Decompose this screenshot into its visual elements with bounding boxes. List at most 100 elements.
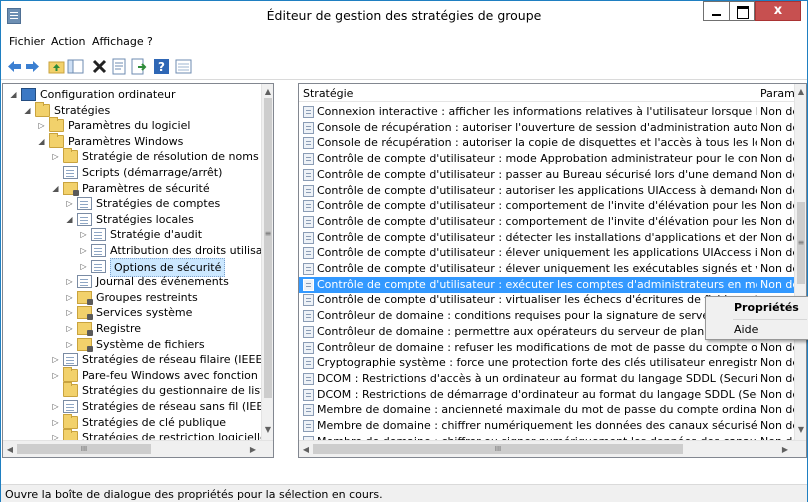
scroll-up-arrow-icon[interactable]: ▲ bbox=[262, 86, 273, 97]
filter-view-icon[interactable] bbox=[175, 58, 192, 75]
collapsed-arrow-icon[interactable]: ▷ bbox=[65, 273, 74, 290]
show-hide-tree-icon[interactable] bbox=[67, 58, 84, 75]
expanded-arrow-icon[interactable]: ◢ bbox=[9, 86, 18, 103]
policy-name: Contrôle de compte d'utilisateur : éleve… bbox=[317, 246, 757, 260]
column-header-policy[interactable]: Stratégie bbox=[303, 87, 353, 100]
table-row[interactable]: Console de récupération : autoriser la c… bbox=[299, 135, 806, 151]
tree-pane[interactable]: ◢ Configuration ordinateur ◢ Stratégies ▷ Par… bbox=[2, 83, 274, 458]
svg-text:?: ? bbox=[158, 60, 165, 74]
table-row[interactable]: Contrôle de compte d'utilisateur : exécu… bbox=[299, 276, 806, 293]
tree-hscroll-thumb[interactable]: III bbox=[17, 444, 151, 454]
collapsed-arrow-icon[interactable]: ▷ bbox=[65, 336, 74, 353]
tree-vertical-scrollbar[interactable]: ▲ ≡ ▼ bbox=[261, 84, 273, 440]
policy-list-pane[interactable]: Stratégie Paramètr Connexion interactive… bbox=[298, 83, 807, 458]
table-row[interactable]: Contrôle de compte d'utilisateur : compo… bbox=[299, 214, 806, 230]
collapsed-arrow-icon[interactable] bbox=[51, 164, 60, 181]
collapsed-arrow-icon[interactable]: ▷ bbox=[51, 351, 60, 368]
doc-icon bbox=[63, 400, 78, 413]
scroll-right-arrow-icon[interactable]: ▶ bbox=[780, 444, 790, 455]
help-icon[interactable]: ? bbox=[153, 58, 170, 75]
expanded-arrow-icon[interactable]: ◢ bbox=[65, 211, 74, 228]
tree-item-label: Registre bbox=[96, 322, 142, 335]
collapsed-arrow-icon[interactable]: ▷ bbox=[79, 258, 88, 275]
table-row[interactable]: Membre de domaine : ancienneté maximale … bbox=[299, 402, 806, 418]
table-row[interactable]: Contrôle de compte d'utilisateur : compo… bbox=[299, 198, 806, 214]
up-folder-icon[interactable] bbox=[48, 58, 65, 75]
title-bar[interactable]: Éditeur de gestion des stratégies de gro… bbox=[1, 1, 807, 31]
list-hscroll-thumb[interactable]: III bbox=[313, 444, 683, 454]
table-row[interactable]: Contrôleur de domaine : refuser les modi… bbox=[299, 340, 806, 356]
table-row[interactable]: Contrôle de compte d'utilisateur : éleve… bbox=[299, 261, 806, 277]
lock-icon bbox=[63, 181, 79, 196]
status-text: Ouvre la boîte de dialogue des propriété… bbox=[5, 488, 383, 501]
table-row[interactable]: Membre de domaine : chiffrer numériqueme… bbox=[299, 418, 806, 434]
collapsed-arrow-icon[interactable]: ▷ bbox=[79, 242, 88, 259]
table-row[interactable]: Contrôle de compte d'utilisateur : autor… bbox=[299, 183, 806, 199]
policy-name: Contrôleur de domaine : conditions requi… bbox=[317, 309, 753, 323]
forward-arrow-icon[interactable] bbox=[24, 58, 41, 75]
collapsed-arrow-icon[interactable]: ▷ bbox=[37, 117, 46, 134]
table-row[interactable]: DCOM : Restrictions de démarrage d'ordin… bbox=[299, 387, 806, 403]
maximize-button[interactable] bbox=[729, 1, 755, 21]
policy-name: Contrôle de compte d'utilisateur : autor… bbox=[317, 183, 757, 197]
policy-icon bbox=[303, 278, 314, 291]
collapsed-arrow-icon[interactable]: ▷ bbox=[79, 226, 88, 243]
scroll-right-arrow-icon[interactable]: ▶ bbox=[248, 444, 258, 455]
table-row[interactable]: Contrôle de compte d'utilisateur : détec… bbox=[299, 230, 806, 246]
list-horizontal-scrollbar[interactable]: ◀ III ▶ bbox=[299, 440, 806, 457]
minimize-button[interactable] bbox=[703, 1, 729, 21]
table-row[interactable]: Console de récupération : autoriser l'ou… bbox=[299, 120, 806, 136]
grip-icon: III bbox=[494, 445, 502, 453]
collapsed-arrow-icon[interactable]: ▷ bbox=[65, 195, 74, 212]
table-row[interactable]: Cryptographie système : force une protec… bbox=[299, 355, 806, 371]
table-row[interactable]: DCOM : Restrictions d'accès à un ordinat… bbox=[299, 371, 806, 387]
export-list-icon[interactable] bbox=[130, 58, 147, 75]
back-arrow-icon[interactable] bbox=[6, 58, 23, 75]
collapsed-arrow-icon[interactable]: ▷ bbox=[65, 320, 74, 337]
close-button[interactable] bbox=[755, 1, 801, 21]
scroll-left-arrow-icon[interactable]: ◀ bbox=[5, 444, 15, 455]
delete-icon[interactable] bbox=[91, 58, 108, 75]
collapsed-arrow-icon[interactable]: ▷ bbox=[51, 398, 60, 415]
lock-icon bbox=[77, 306, 93, 321]
collapsed-arrow-icon[interactable]: ▷ bbox=[51, 148, 60, 165]
collapsed-arrow-icon[interactable]: ▷ bbox=[65, 289, 74, 306]
context-menu-help[interactable]: Aide bbox=[706, 320, 808, 340]
properties-icon[interactable] bbox=[111, 58, 128, 75]
policy-icon bbox=[303, 388, 314, 401]
table-row[interactable]: Contrôle de compte d'utilisateur : éleve… bbox=[299, 245, 806, 261]
collapsed-arrow-icon[interactable]: ▷ bbox=[51, 414, 60, 431]
tree-item-label: Stratégies bbox=[54, 103, 111, 117]
tree-scroll-thumb[interactable]: ≡ bbox=[264, 98, 272, 398]
menu-help[interactable]: ? bbox=[147, 35, 153, 48]
menu-action[interactable]: Action bbox=[51, 35, 85, 48]
policy-name: DCOM : Restrictions de démarrage d'ordin… bbox=[317, 387, 757, 401]
list-scroll-thumb[interactable]: ≡ bbox=[797, 202, 805, 284]
scroll-left-arrow-icon[interactable]: ◀ bbox=[301, 444, 311, 455]
scroll-down-arrow-icon[interactable]: ▼ bbox=[795, 424, 806, 435]
scroll-up-arrow-icon[interactable]: ▲ bbox=[795, 86, 806, 97]
folder-icon bbox=[63, 413, 78, 429]
tree-item-label: Stratégies locales bbox=[96, 212, 194, 226]
policy-name: Console de récupération : autoriser la c… bbox=[317, 136, 757, 150]
expanded-arrow-icon[interactable]: ◢ bbox=[51, 180, 60, 197]
expanded-arrow-icon[interactable]: ◢ bbox=[37, 133, 46, 150]
main-window: Éditeur de gestion des stratégies de gro… bbox=[0, 0, 808, 502]
table-row[interactable]: Contrôle de compte d'utilisateur : mode … bbox=[299, 151, 806, 167]
menu-affichage[interactable]: Affichage bbox=[92, 35, 144, 48]
table-row[interactable]: Connexion interactive : afficher les inf… bbox=[299, 104, 806, 120]
context-menu-properties[interactable]: Propriétés bbox=[706, 298, 808, 318]
policy-icon bbox=[303, 184, 314, 197]
collapsed-arrow-icon[interactable]: ▷ bbox=[65, 304, 74, 321]
tree-horizontal-scrollbar[interactable]: ◀ III ▶ bbox=[3, 440, 273, 457]
scroll-down-arrow-icon[interactable]: ▼ bbox=[262, 424, 273, 435]
expanded-arrow-icon[interactable]: ◢ bbox=[23, 102, 32, 119]
doc-icon bbox=[77, 275, 92, 289]
table-row[interactable]: Contrôle de compte d'utilisateur : passe… bbox=[299, 167, 806, 183]
menu-bar: Fichier Action Affichage ? bbox=[1, 32, 807, 52]
menu-fichier[interactable]: Fichier bbox=[9, 35, 45, 48]
policy-icon bbox=[303, 137, 314, 150]
collapsed-arrow-icon[interactable] bbox=[51, 382, 60, 399]
collapsed-arrow-icon[interactable]: ▷ bbox=[51, 367, 60, 384]
list-vertical-scrollbar[interactable]: ▲ ≡ ▼ bbox=[794, 84, 806, 440]
